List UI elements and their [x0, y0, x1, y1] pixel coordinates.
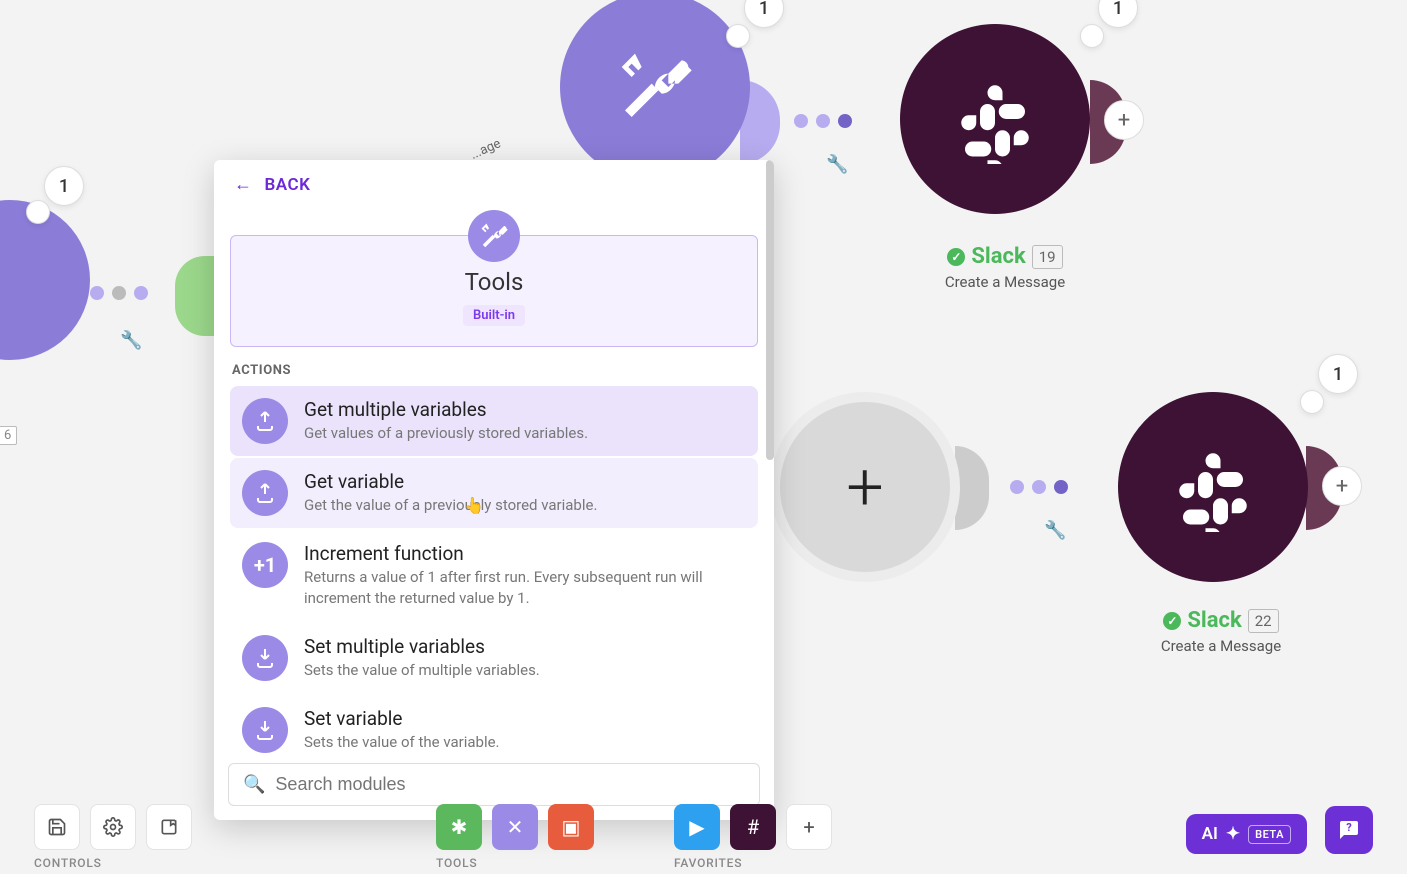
node-bubble-small [726, 24, 750, 48]
cursor-icon: 👆 [464, 496, 484, 515]
node-bubble: 1 [744, 0, 784, 28]
action-increment-function[interactable]: +1 Increment function Returns a value of… [230, 530, 758, 621]
tool-btn-3[interactable]: ▣ [548, 804, 594, 850]
plus-icon: + [846, 449, 883, 526]
node-partial-left[interactable] [0, 200, 90, 360]
node-bubble: 1 [44, 166, 84, 206]
connector-dots [794, 114, 852, 128]
download-icon [242, 635, 288, 681]
search-icon: 🔍 [243, 774, 265, 795]
increment-icon: +1 [242, 542, 288, 588]
arrow-left-icon: ← [234, 174, 253, 195]
action-set-multiple-variables[interactable]: Set multiple variables Sets the value of… [230, 623, 758, 693]
action-set-variable[interactable]: Set variable Sets the value of the varia… [230, 695, 758, 753]
node-connector-cap [955, 446, 989, 530]
module-header: Tools Built-in [230, 235, 758, 347]
save-button[interactable] [34, 804, 80, 850]
tools-label: TOOLS [436, 856, 594, 870]
controls-label: CONTROLS [34, 856, 192, 870]
node-tools[interactable] [560, 0, 750, 182]
check-icon: ✓ [947, 248, 965, 266]
node-empty[interactable]: + [770, 392, 960, 582]
add-node-button[interactable]: + [1322, 466, 1362, 506]
builtin-badge: Built-in [463, 305, 525, 326]
tools-group: ✱ ✕ ▣ TOOLS [436, 804, 594, 870]
node-bubble-small [1080, 24, 1104, 48]
partial-label: ...age [468, 136, 503, 163]
ai-button[interactable]: AI ✦ BETA [1186, 814, 1307, 854]
node-bubble: 1 [1318, 354, 1358, 394]
tool-btn-1[interactable]: ✱ [436, 804, 482, 850]
favorites-label: FAVORITES [674, 856, 832, 870]
connector-dots [90, 286, 148, 300]
action-list[interactable]: Get multiple variables Get values of a p… [214, 386, 774, 753]
help-button[interactable]: ? [1325, 806, 1373, 854]
action-get-multiple-variables[interactable]: Get multiple variables Get values of a p… [230, 386, 758, 456]
search-input[interactable] [275, 774, 745, 795]
scrollbar[interactable] [766, 160, 774, 460]
tools-icon [468, 210, 520, 262]
settings-button[interactable] [90, 804, 136, 850]
tool-btn-2[interactable]: ✕ [492, 804, 538, 850]
beta-badge: BETA [1248, 825, 1291, 844]
sparkle-icon: ✦ [1226, 824, 1240, 844]
node-label-slack-1: ✓ Slack 19 Create a Message [900, 244, 1110, 291]
node-bubble-small [1300, 390, 1324, 414]
node-bubble: 1 [1098, 0, 1138, 28]
back-label: BACK [265, 175, 311, 195]
wrench-icon[interactable]: 🔧 [1044, 520, 1066, 541]
module-title: Tools [247, 268, 741, 296]
notes-button[interactable] [146, 804, 192, 850]
upload-icon [242, 470, 288, 516]
check-icon: ✓ [1163, 612, 1181, 630]
fav-add-button[interactable]: + [786, 804, 832, 850]
search-box[interactable]: 🔍 [228, 763, 760, 806]
node-slack-1[interactable] [900, 24, 1090, 214]
fav-btn-1[interactable]: ▶ [674, 804, 720, 850]
download-icon [242, 707, 288, 753]
node-label-slack-2: ✓ Slack 22 Create a Message [1116, 608, 1326, 655]
section-label-actions: ACTIONS [214, 359, 774, 386]
action-get-variable[interactable]: Get variable Get the value of a previous… [230, 458, 758, 528]
node-slack-2[interactable] [1118, 392, 1308, 582]
wrench-icon[interactable]: 🔧 [120, 330, 142, 351]
side-step-num: 6 [0, 426, 17, 445]
svg-text:?: ? [1346, 821, 1352, 834]
upload-icon [242, 398, 288, 444]
wrench-icon[interactable]: 🔧 [826, 154, 848, 175]
add-node-button[interactable]: + [1104, 100, 1144, 140]
connector-dots [1010, 480, 1068, 494]
fav-btn-2[interactable]: # [730, 804, 776, 850]
favorites-group: ▶ # + FAVORITES [674, 804, 832, 870]
module-picker-panel: ← BACK Tools Built-in ACTIONS Get multip… [214, 160, 774, 820]
back-button[interactable]: ← BACK [214, 160, 774, 209]
controls-group: CONTROLS [34, 804, 192, 870]
node-bubble-small [26, 200, 50, 224]
